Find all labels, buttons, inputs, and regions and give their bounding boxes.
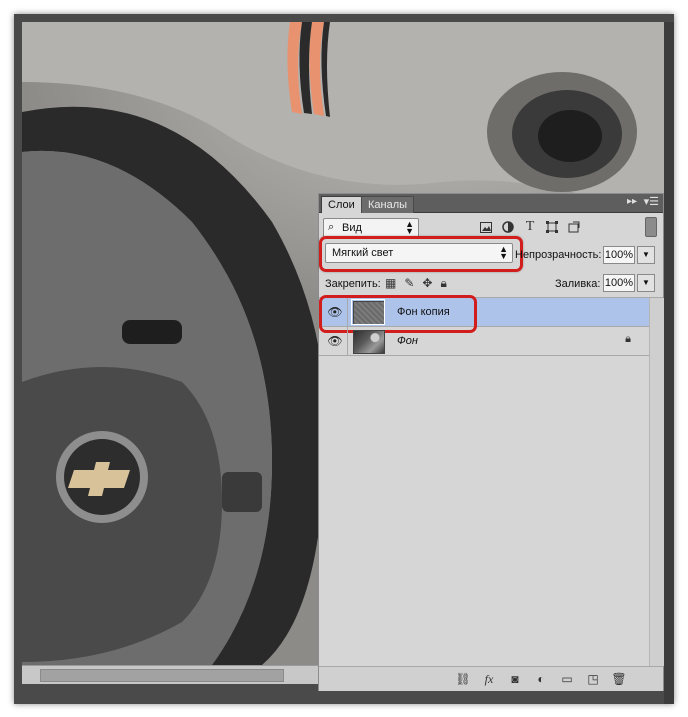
updown-arrows-icon: ▲ ▼ [405, 219, 414, 236]
filter-kind-select[interactable]: ⌕ Вид ▲ ▼ [323, 218, 419, 238]
vertical-scrollbar[interactable] [664, 22, 674, 704]
panel-bottom-toolbar: ⛓︎ fx ◙ ◐ ▭ ◳ 🗑︎ [319, 666, 663, 691]
filter-icons: T [479, 219, 581, 234]
layer-row-background[interactable]: 👁︎ Фон 🔒︎ [319, 327, 649, 356]
divider [347, 327, 348, 355]
tab-channels[interactable]: Каналы [361, 196, 415, 213]
lock-label: Закрепить: [325, 278, 381, 290]
layer-name[interactable]: Фон [397, 335, 418, 347]
lock-icons: ▦ ✎ ✥ 🔒︎ [385, 276, 447, 290]
opacity-label: Непрозрачность: [515, 249, 602, 261]
new-group-icon[interactable]: ▭ [559, 671, 575, 687]
opacity-dropdown-button[interactable]: ▼ [637, 246, 655, 264]
fill-field[interactable]: 100% [603, 274, 635, 292]
layers-scrollbar[interactable] [649, 298, 664, 666]
lock-position-icon[interactable]: ✥ [422, 276, 432, 290]
adjustment-filter-icon[interactable] [501, 220, 515, 234]
shape-filter-icon[interactable] [545, 220, 559, 234]
image-filter-icon[interactable] [479, 220, 493, 234]
fill-label: Заливка: [555, 278, 601, 290]
adjustment-layer-icon[interactable]: ◐ [533, 671, 549, 687]
search-icon: ⌕ [328, 221, 335, 233]
eye-icon[interactable]: 👁︎ [327, 333, 343, 349]
add-mask-icon[interactable]: ◙ [507, 671, 523, 687]
smart-object-filter-icon[interactable] [567, 220, 581, 234]
lock-all-icon[interactable]: 🔒︎ [440, 276, 446, 290]
layer-thumbnail [353, 330, 385, 354]
layers-panel: Слои Каналы ▸▸ ▾☰ ⌕ Вид ▲ ▼ T Мягкий свет… [318, 193, 664, 691]
double-arrow-icon[interactable]: ▸▸ [627, 196, 637, 207]
lock-image-icon[interactable]: ✎ [404, 276, 414, 290]
tab-layers[interactable]: Слои [321, 196, 362, 213]
new-layer-icon[interactable]: ◳ [585, 671, 601, 687]
fill-dropdown-button[interactable]: ▼ [637, 274, 655, 292]
horizontal-scrollbar[interactable] [22, 665, 318, 684]
scrollbar-thumb[interactable] [40, 669, 284, 682]
opacity-field[interactable]: 100% [603, 246, 635, 264]
trash-icon[interactable]: 🗑︎ [611, 671, 627, 687]
filter-toggle-switch[interactable] [645, 217, 657, 237]
panel-menu-icon[interactable]: ▾☰ [644, 195, 659, 208]
blend-mode-highlight [319, 236, 523, 272]
fx-icon[interactable]: fx [481, 671, 497, 687]
lock-icon: 🔒︎ [625, 333, 631, 345]
bottom-icons: ⛓︎ fx ◙ ◐ ▭ ◳ 🗑︎ [455, 671, 627, 687]
type-filter-icon[interactable]: T [523, 219, 537, 234]
link-layers-icon[interactable]: ⛓︎ [455, 671, 471, 687]
filter-kind-label: Вид [342, 222, 362, 234]
panel-tab-bar: Слои Каналы ▸▸ ▾☰ [319, 194, 663, 213]
lock-transparent-icon[interactable]: ▦ [385, 276, 396, 290]
